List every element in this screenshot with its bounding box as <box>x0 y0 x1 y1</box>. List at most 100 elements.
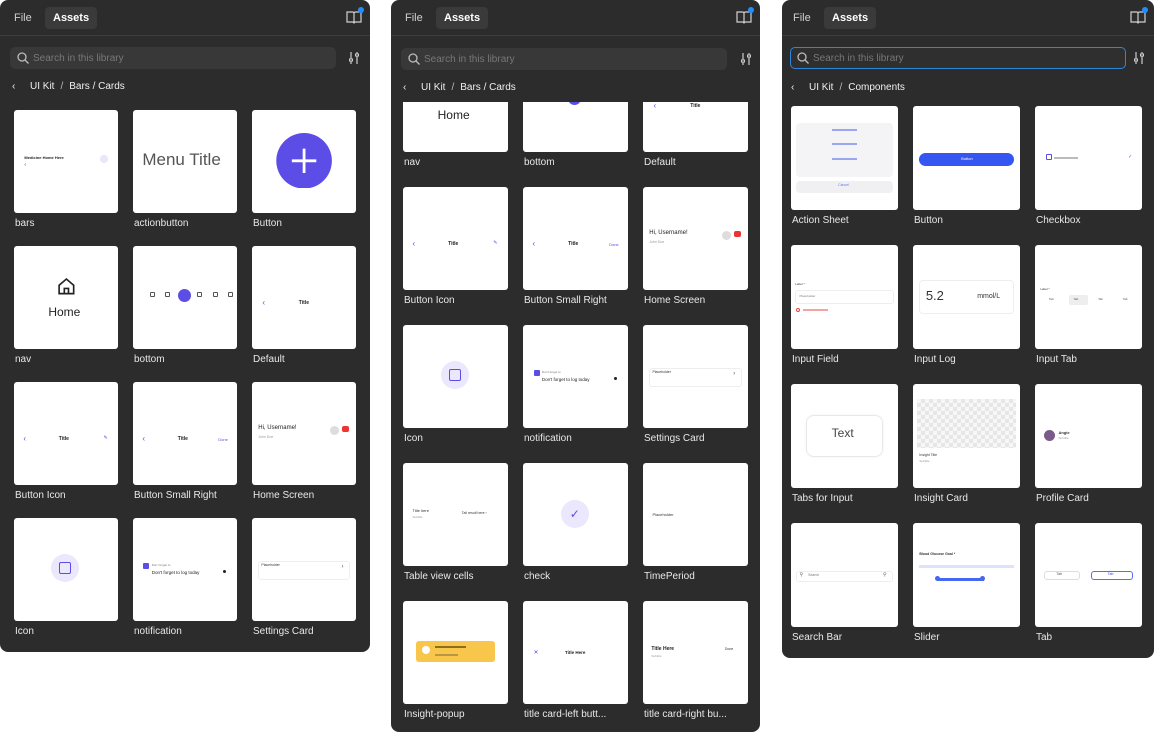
asset-card-inputlog[interactable]: 5.2 mmol/L Input Log <box>913 245 1020 369</box>
asset-card-inputtab[interactable]: Label * Tab Tab Tab Tab Input Tab <box>1035 245 1142 369</box>
filter-icon[interactable] <box>1132 51 1146 65</box>
asset-thumbnail[interactable]: ⚲ Search ⚲ <box>791 523 898 627</box>
asset-thumbnail[interactable]: Label * Tab Tab Tab Tab <box>1035 245 1142 349</box>
asset-card-bars[interactable]: Medicine Home Here ‹ bars <box>14 110 118 233</box>
asset-card-insightcard[interactable]: Insight Title Subtitle Insight Card <box>913 384 1020 508</box>
asset-thumbnail[interactable]: Hi, Username! John Doe <box>643 187 748 290</box>
asset-thumbnail[interactable]: Cancel <box>791 106 898 210</box>
asset-card-searchbar[interactable]: ⚲ Search ⚲ Search Bar <box>791 523 898 647</box>
asset-thumbnail[interactable]: Placeholder › <box>643 325 748 428</box>
back-arrow-icon[interactable]: ‹ <box>403 81 413 95</box>
search-input-wrapper[interactable] <box>790 47 1126 69</box>
back-arrow-icon[interactable]: ‹ <box>12 80 22 94</box>
asset-thumbnail[interactable] <box>14 518 118 621</box>
breadcrumb-root[interactable]: UI Kit <box>421 82 445 93</box>
asset-thumbnail[interactable]: Medicine Home Here ‹ <box>14 110 118 213</box>
asset-thumbnail[interactable]: ‹ Title <box>643 102 748 152</box>
asset-thumbnail[interactable] <box>403 325 508 428</box>
asset-card-titleleft[interactable]: ✕ Title Here title card-left butt... <box>523 601 628 724</box>
asset-card-homescreen[interactable]: Hi, Username! John Doe Home Screen <box>252 382 356 505</box>
asset-card-inputfield[interactable]: Label * Placeholder Input Field <box>791 245 898 369</box>
asset-card-settings[interactable]: Placeholder › Settings Card <box>643 325 748 448</box>
library-book-icon[interactable] <box>736 7 754 24</box>
asset-thumbnail[interactable]: ‹ Title Done <box>133 382 237 485</box>
asset-card-smallright[interactable]: ‹ Title Done Button Small Right <box>523 187 628 310</box>
tab-file[interactable]: File <box>6 7 40 29</box>
breadcrumb-root[interactable]: UI Kit <box>30 81 54 92</box>
asset-card-bottom[interactable]: bottom <box>133 246 237 369</box>
asset-thumbnail[interactable]: ✓ <box>523 463 628 566</box>
asset-card-icon[interactable]: Icon <box>403 325 508 448</box>
asset-card-checkbox[interactable]: ✓ Checkbox <box>1035 106 1142 230</box>
asset-thumbnail[interactable]: Placeholder <box>643 463 748 566</box>
asset-thumbnail[interactable]: Menu Title <box>133 110 237 213</box>
tab-assets[interactable]: Assets <box>436 7 489 29</box>
asset-card-menutitle[interactable]: Menu Title actionbutton <box>133 110 237 233</box>
search-input-wrapper[interactable] <box>401 48 727 70</box>
asset-card-notification[interactable]: Don't forget to Don't forget to log today… <box>133 518 237 641</box>
asset-card-tabsinput[interactable]: Text Tabs for Input <box>791 384 898 508</box>
asset-thumbnail[interactable]: ✕ Title Here <box>523 601 628 704</box>
asset-thumbnail[interactable]: Home <box>14 246 118 349</box>
asset-card-homescreen[interactable]: Hi, Username! John Doe Home Screen <box>643 187 748 310</box>
asset-card-bluebutton[interactable]: Button Button <box>913 106 1020 230</box>
asset-thumbnail[interactable]: Placeholder › <box>252 518 356 621</box>
asset-thumbnail[interactable] <box>403 601 508 704</box>
asset-thumbnail[interactable]: ‹ Title ✎ <box>403 187 508 290</box>
search-input-wrapper[interactable] <box>10 47 336 69</box>
asset-card-insightpopup[interactable]: Insight-popup <box>403 601 508 724</box>
asset-card-default[interactable]: ‹ Title Default <box>252 246 356 369</box>
asset-thumbnail[interactable]: Home <box>403 102 508 152</box>
asset-card-settings[interactable]: Placeholder › Settings Card <box>252 518 356 641</box>
asset-card-buttonicon[interactable]: ‹ Title ✎ Button Icon <box>14 382 118 505</box>
asset-thumbnail[interactable]: ✓ <box>1035 106 1142 210</box>
asset-card-profilecard[interactable]: Angie Subtitle Profile Card <box>1035 384 1142 508</box>
asset-thumbnail[interactable]: Text <box>791 384 898 488</box>
asset-thumbnail[interactable]: Angie Subtitle <box>1035 384 1142 488</box>
asset-card-bottom[interactable]: bottom <box>523 102 628 172</box>
asset-card-default[interactable]: ‹ Title Default <box>643 102 748 172</box>
search-input[interactable] <box>33 50 329 66</box>
asset-card-titleright[interactable]: Title Here Subtitle Done title card-right b… <box>643 601 748 724</box>
breadcrumb-root[interactable]: UI Kit <box>809 82 833 93</box>
asset-card-check[interactable]: ✓ check <box>523 463 628 586</box>
asset-card-timeperiod[interactable]: Placeholder TimePeriod <box>643 463 748 586</box>
asset-card-home[interactable]: Home nav <box>14 246 118 369</box>
asset-card-icon[interactable]: Icon <box>14 518 118 641</box>
asset-card-tablecells[interactable]: Title here Subtitle Tail result here › Tabl… <box>403 463 508 586</box>
tab-file[interactable]: File <box>397 7 431 29</box>
asset-thumbnail[interactable]: Don't forget to Don't forget to log today <box>133 518 237 621</box>
asset-card-notification[interactable]: Don't forget to Don't forget to log today… <box>523 325 628 448</box>
asset-card-actionsheet[interactable]: Cancel Action Sheet <box>791 106 898 230</box>
asset-card-home[interactable]: Home nav <box>403 102 508 172</box>
search-input[interactable] <box>813 50 1119 66</box>
asset-thumbnail[interactable] <box>252 110 356 213</box>
tab-assets[interactable]: Assets <box>45 7 98 29</box>
asset-thumbnail[interactable]: Hi, Username! John Doe <box>252 382 356 485</box>
library-book-icon[interactable] <box>1130 7 1148 24</box>
asset-card-buttonicon[interactable]: ‹ Title ✎ Button Icon <box>403 187 508 310</box>
asset-thumbnail[interactable]: Tab Tab <box>1035 523 1142 627</box>
back-arrow-icon[interactable]: ‹ <box>791 81 801 95</box>
filter-icon[interactable] <box>739 52 753 66</box>
tab-assets[interactable]: Assets <box>824 7 877 29</box>
library-book-icon[interactable] <box>346 7 364 24</box>
asset-thumbnail[interactable]: 5.2 mmol/L <box>913 245 1020 349</box>
asset-card-plus[interactable]: Button <box>252 110 356 233</box>
asset-card-smallright[interactable]: ‹ Title Done Button Small Right <box>133 382 237 505</box>
asset-thumbnail[interactable]: Don't forget to Don't forget to log today <box>523 325 628 428</box>
filter-icon[interactable] <box>347 51 361 65</box>
tab-file[interactable]: File <box>785 7 819 29</box>
asset-thumbnail[interactable]: ‹ Title <box>252 246 356 349</box>
asset-thumbnail[interactable]: Title here Subtitle Tail result here › <box>403 463 508 566</box>
asset-thumbnail[interactable]: ‹ Title Done <box>523 187 628 290</box>
search-input[interactable] <box>424 51 720 67</box>
asset-thumbnail[interactable]: Insight Title Subtitle <box>913 384 1020 488</box>
asset-thumbnail[interactable]: ‹ Title ✎ <box>14 382 118 485</box>
asset-thumbnail[interactable]: Button <box>913 106 1020 210</box>
asset-thumbnail[interactable]: Label * Placeholder <box>791 245 898 349</box>
asset-card-tab[interactable]: Tab Tab Tab <box>1035 523 1142 647</box>
asset-thumbnail[interactable]: Blood Glucose Goal * <box>913 523 1020 627</box>
asset-card-slider[interactable]: Blood Glucose Goal * Slider <box>913 523 1020 647</box>
asset-thumbnail[interactable] <box>523 102 628 152</box>
